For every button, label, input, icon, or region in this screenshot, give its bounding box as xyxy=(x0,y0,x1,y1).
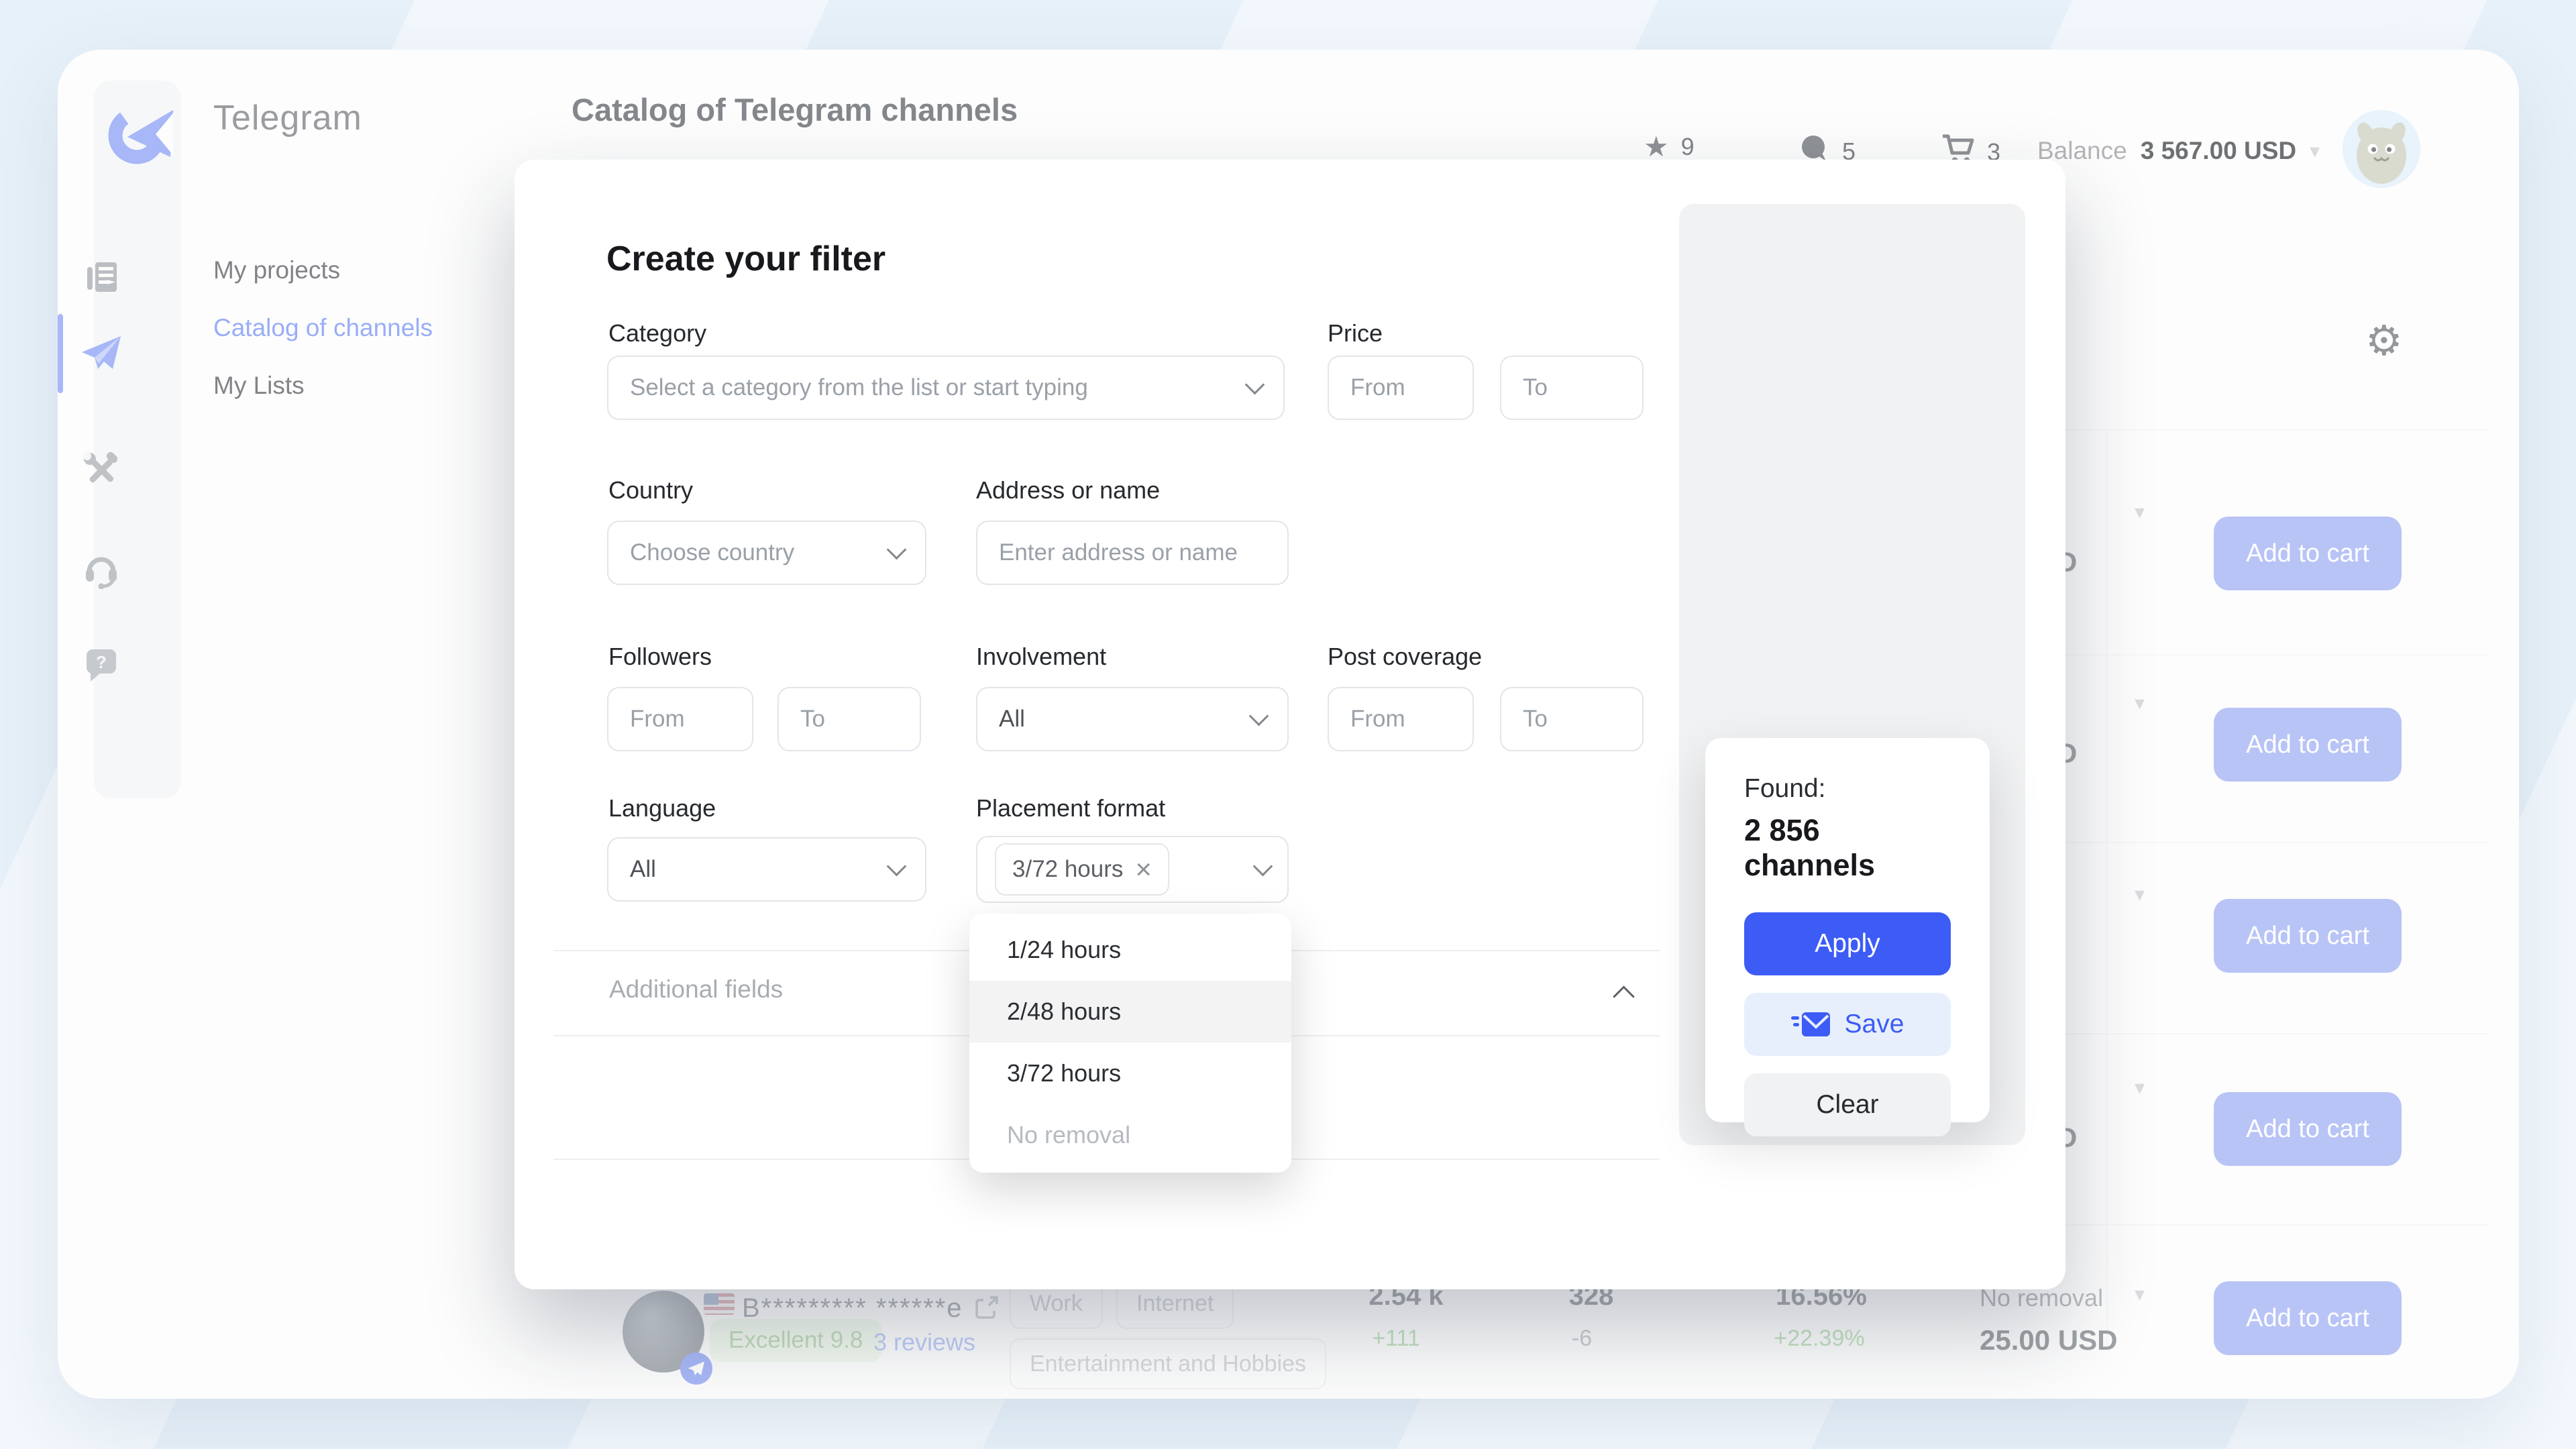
results-card: Found: 2 856 channels Apply Save Clear xyxy=(1705,738,1990,1122)
followers-to-input[interactable]: To xyxy=(777,687,921,751)
country-label: Country xyxy=(608,476,693,504)
apply-button[interactable]: Apply xyxy=(1744,912,1951,975)
language-value: All xyxy=(630,856,656,883)
placeholder-text: From xyxy=(1350,706,1405,733)
address-label: Address or name xyxy=(976,476,1160,504)
chevron-down-icon xyxy=(1249,706,1269,726)
found-count: 2 856 channels xyxy=(1744,813,1951,883)
placeholder-text: From xyxy=(1350,374,1405,401)
post-coverage-to-input[interactable]: To xyxy=(1500,687,1644,751)
placeholder-text: To xyxy=(1523,706,1548,733)
price-label: Price xyxy=(1328,319,1383,347)
address-input[interactable]: Enter address or name xyxy=(976,521,1289,585)
country-select[interactable]: Choose country xyxy=(607,521,926,585)
dropdown-option-3-72[interactable]: 3/72 hours xyxy=(969,1042,1291,1104)
price-to-input[interactable]: To xyxy=(1500,356,1644,420)
involvement-label: Involvement xyxy=(976,643,1106,671)
apply-label: Apply xyxy=(1815,929,1880,959)
chevron-down-icon xyxy=(1253,856,1273,876)
placement-format-multiselect[interactable]: 3/72 hours × xyxy=(976,836,1289,903)
post-coverage-from-input[interactable]: From xyxy=(1328,687,1474,751)
language-select[interactable]: All xyxy=(607,837,926,902)
placeholder-text: To xyxy=(800,706,825,733)
additional-fields-label: Additional fields xyxy=(609,975,783,1004)
followers-label: Followers xyxy=(608,643,712,671)
dropdown-option-no-removal[interactable]: No removal xyxy=(969,1104,1291,1166)
category-select[interactable]: Select a category from the list or start… xyxy=(607,356,1285,420)
save-button[interactable]: Save xyxy=(1744,993,1951,1056)
post-coverage-label: Post coverage xyxy=(1328,643,1482,671)
chip-label: 3/72 hours xyxy=(1012,856,1123,883)
placeholder-text: To xyxy=(1523,374,1548,401)
followers-from-input[interactable]: From xyxy=(607,687,753,751)
dropdown-option-1-24[interactable]: 1/24 hours xyxy=(969,919,1291,981)
language-label: Language xyxy=(608,794,716,822)
category-label: Category xyxy=(608,319,706,347)
dropdown-option-2-48[interactable]: 2/48 hours xyxy=(969,981,1291,1042)
chevron-down-icon xyxy=(887,856,907,876)
placement-format-dropdown: 1/24 hours 2/48 hours 3/72 hours No remo… xyxy=(969,914,1291,1173)
chevron-down-icon xyxy=(887,539,907,559)
address-placeholder: Enter address or name xyxy=(999,539,1238,566)
modal-title: Create your filter xyxy=(606,239,885,279)
involvement-select[interactable]: All xyxy=(976,687,1289,751)
placement-format-label: Placement format xyxy=(976,794,1165,822)
close-icon[interactable]: × xyxy=(1135,855,1152,883)
selected-format-chip[interactable]: 3/72 hours × xyxy=(995,843,1169,896)
send-mail-icon xyxy=(1791,1011,1830,1038)
category-placeholder: Select a category from the list or start… xyxy=(630,374,1088,401)
chevron-up-icon[interactable] xyxy=(1613,985,1635,1008)
clear-label: Clear xyxy=(1816,1090,1878,1120)
save-label: Save xyxy=(1845,1010,1904,1039)
placeholder-text: From xyxy=(630,706,685,733)
found-label: Found: xyxy=(1744,774,1951,804)
filter-modal: Create your filter Category Select a cat… xyxy=(515,160,2065,1289)
involvement-value: All xyxy=(999,706,1025,733)
clear-button[interactable]: Clear xyxy=(1744,1073,1951,1136)
price-from-input[interactable]: From xyxy=(1328,356,1474,420)
chevron-down-icon xyxy=(1245,374,1265,394)
country-placeholder: Choose country xyxy=(630,539,794,566)
